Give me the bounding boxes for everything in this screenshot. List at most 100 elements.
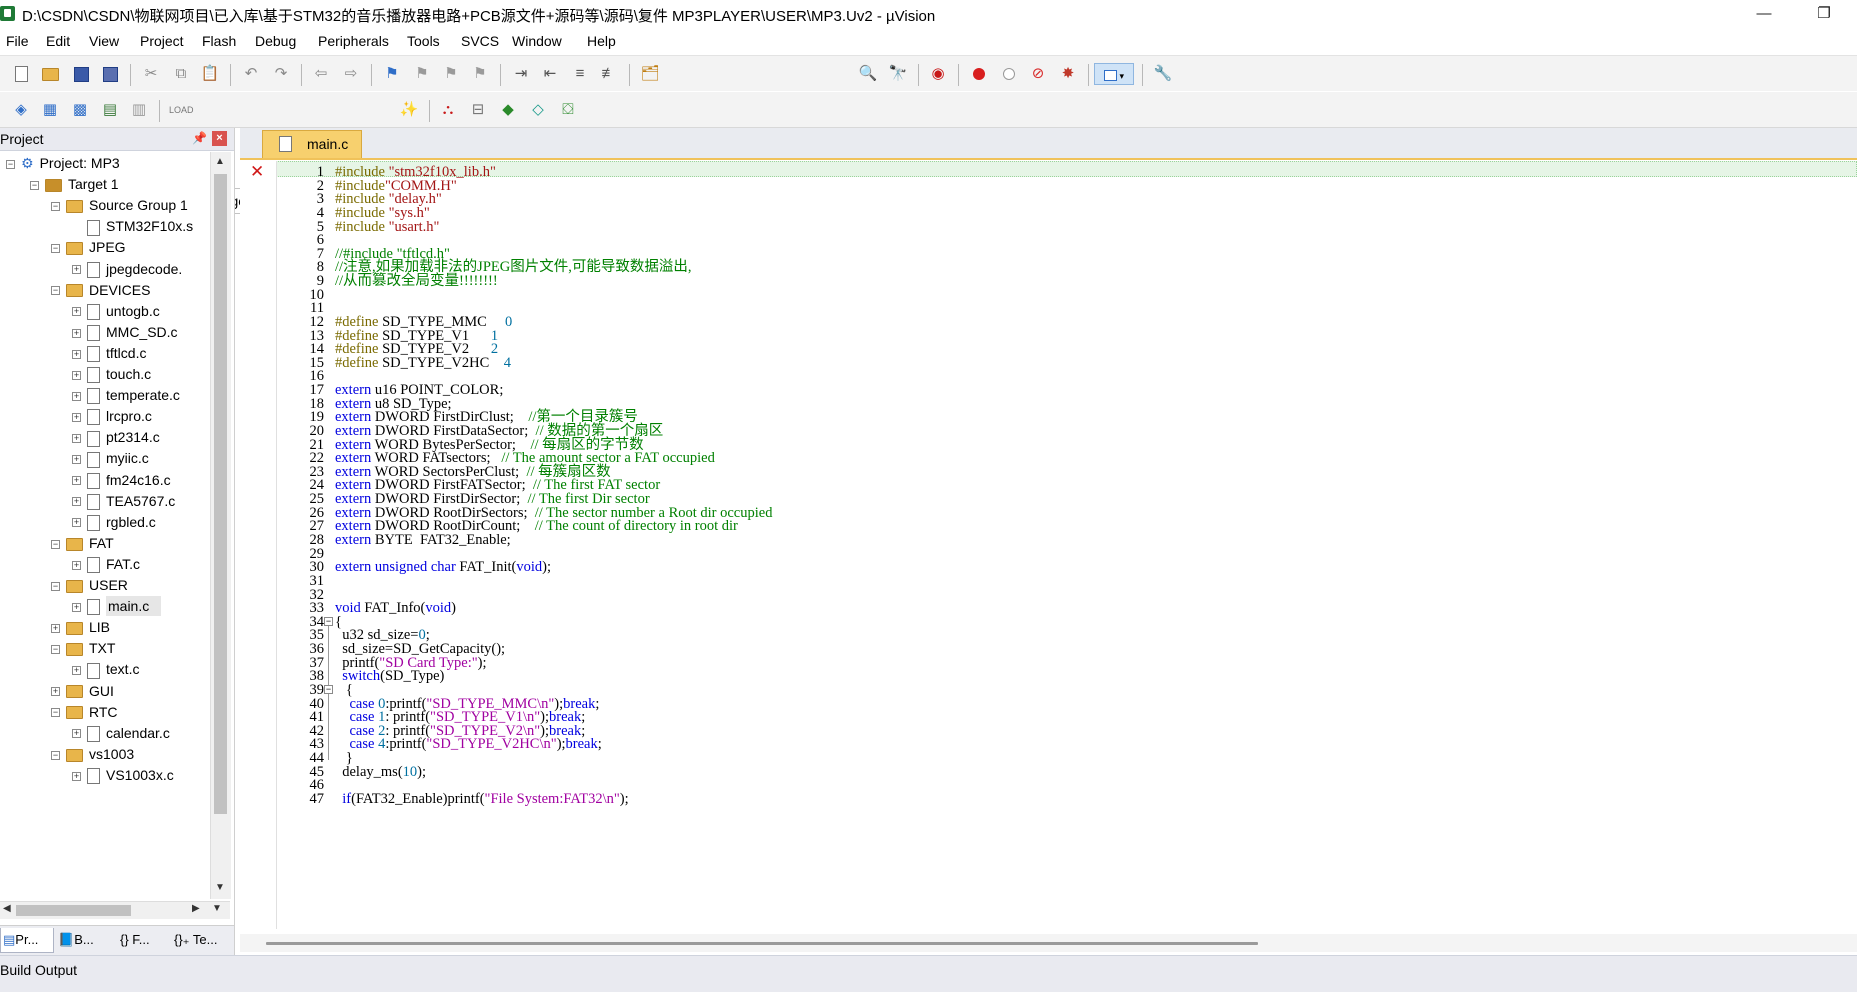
save-icon[interactable] <box>70 63 92 85</box>
expand-icon[interactable]: + <box>51 687 60 697</box>
expand-icon[interactable]: + <box>72 497 81 507</box>
download-icon[interactable]: LOAD <box>169 99 194 121</box>
manage-multi-project-icon[interactable]: ⊟ <box>467 99 489 121</box>
open-folder-icon[interactable] <box>39 63 61 85</box>
collapse-icon[interactable]: − <box>30 180 39 190</box>
expand-icon[interactable]: + <box>72 391 81 401</box>
menu-file[interactable]: File <box>6 33 29 49</box>
expand-icon[interactable]: + <box>72 729 81 739</box>
tab-books[interactable]: 📘B... <box>56 928 108 952</box>
bookmark-icon[interactable]: ⚑ <box>381 63 403 85</box>
find-icon[interactable]: 🔍 <box>857 63 879 85</box>
scroll-right-icon[interactable]: ▶ <box>192 903 200 914</box>
redo-icon[interactable]: ↷ <box>270 63 292 85</box>
new-file-icon[interactable] <box>10 63 32 85</box>
window-layout-icon[interactable]: ▾ <box>1094 63 1134 85</box>
target-options-icon[interactable]: ✨ <box>398 99 420 121</box>
tree-item[interactable]: + VS1003x.c <box>72 763 174 787</box>
batch-build-icon[interactable]: ▤ <box>99 99 121 121</box>
scroll-up-icon[interactable]: ▲ <box>215 156 225 167</box>
editor-scroll-thumb[interactable] <box>266 942 1258 945</box>
collapse-icon[interactable]: − <box>51 244 60 254</box>
collapse-icon[interactable]: − <box>51 581 60 591</box>
clear-bookmarks-icon[interactable]: ⚑ <box>469 63 491 85</box>
cut-icon[interactable]: ✂ <box>140 63 162 85</box>
debug-session-icon[interactable]: ◉ <box>927 63 949 85</box>
menu-peripherals[interactable]: Peripherals <box>318 33 389 49</box>
expand-icon[interactable]: + <box>72 518 81 528</box>
pin-icon[interactable]: 📌 <box>192 131 207 145</box>
expand-icon[interactable]: + <box>51 623 60 633</box>
disable-all-breakpoints-icon[interactable]: ⊘ <box>1027 63 1049 85</box>
expand-icon[interactable]: + <box>72 666 81 676</box>
collapse-icon[interactable]: − <box>51 645 60 655</box>
find-in-files-icon[interactable]: 🗂 <box>639 63 661 85</box>
tab-project[interactable]: ▤Pr... <box>0 928 54 953</box>
menu-project[interactable]: Project <box>140 33 184 49</box>
expand-icon[interactable]: + <box>72 328 81 338</box>
kill-breakpoints-icon[interactable]: ✸ <box>1057 63 1079 85</box>
comment-icon[interactable]: ≡ <box>569 63 591 85</box>
tree-vertical-scrollbar[interactable]: ▲ ▼ <box>210 152 231 899</box>
tab-templates[interactable]: {}₊ Te... <box>172 928 232 952</box>
undo-icon[interactable]: ↶ <box>240 63 262 85</box>
expand-icon[interactable]: + <box>72 370 81 380</box>
expand-icon[interactable]: + <box>72 771 81 781</box>
disable-breakpoint-icon[interactable] <box>998 63 1020 85</box>
menu-flash[interactable]: Flash <box>202 33 236 49</box>
manage-rte-icon[interactable]: ◇ <box>527 99 549 121</box>
menu-window[interactable]: Window <box>512 33 562 49</box>
code-editor[interactable]: ✕ 1 #include "stm32f10x_lib.h" 2 #include"C… <box>240 161 1857 929</box>
collapse-icon[interactable]: − <box>51 201 60 211</box>
build-icon[interactable]: ▦ <box>39 99 61 121</box>
next-bookmark-icon[interactable]: ⚑ <box>440 63 462 85</box>
tab-main-c[interactable]: main.c <box>262 130 362 158</box>
copy-icon[interactable]: ⧉ <box>170 63 192 85</box>
unindent-icon[interactable]: ⇤ <box>539 63 561 85</box>
tab-functions[interactable]: {} F... <box>118 928 170 952</box>
collapse-icon[interactable]: − <box>51 286 60 296</box>
navigate-forward-icon[interactable]: ⇨ <box>340 63 362 85</box>
rebuild-icon[interactable]: ▩ <box>69 99 91 121</box>
expand-icon[interactable]: + <box>72 560 81 570</box>
prev-bookmark-icon[interactable]: ⚑ <box>411 63 433 85</box>
minimize-button[interactable]: — <box>1741 0 1787 28</box>
collapse-icon[interactable]: − <box>51 708 60 718</box>
expand-icon[interactable]: + <box>72 476 81 486</box>
translate-icon[interactable]: ◈ <box>10 99 32 121</box>
breakpoint-icon[interactable] <box>968 63 990 85</box>
stop-build-icon[interactable]: ▥ <box>128 99 150 121</box>
navigate-back-icon[interactable]: ⇦ <box>310 63 332 85</box>
collapse-icon[interactable]: − <box>51 750 60 760</box>
indent-icon[interactable]: ⇥ <box>510 63 532 85</box>
menu-tools[interactable]: Tools <box>407 33 440 49</box>
expand-icon[interactable]: + <box>72 349 81 359</box>
menu-help[interactable]: Help <box>587 33 616 49</box>
tree-horizontal-scrollbar[interactable]: ◀ ▶ ▼ <box>0 901 230 919</box>
fold-collapse-icon[interactable]: − <box>324 616 333 626</box>
scroll-down-icon[interactable]: ▼ <box>215 882 225 893</box>
expand-icon[interactable]: + <box>72 602 81 612</box>
configure-icon[interactable]: 🔧 <box>1152 63 1174 85</box>
expand-icon[interactable]: + <box>72 265 81 275</box>
expand-icon[interactable]: + <box>72 434 81 444</box>
restore-button[interactable]: ❐ <box>1801 0 1847 28</box>
paste-icon[interactable]: 📋 <box>199 63 221 85</box>
collapse-icon[interactable]: − <box>6 159 15 169</box>
tree-hscroll-thumb[interactable] <box>16 905 131 916</box>
expand-icon[interactable]: + <box>72 455 81 465</box>
menu-debug[interactable]: Debug <box>255 33 296 49</box>
uncomment-icon[interactable]: ≢ <box>598 63 620 85</box>
scroll-down-icon[interactable]: ▼ <box>212 903 222 914</box>
menu-edit[interactable]: Edit <box>46 33 70 49</box>
fold-collapse-icon[interactable]: − <box>324 684 333 694</box>
collapse-icon[interactable]: − <box>51 539 60 549</box>
close-icon[interactable]: × <box>212 131 227 146</box>
expand-icon[interactable]: + <box>72 307 81 317</box>
menu-view[interactable]: View <box>89 33 119 49</box>
tree-scroll-thumb[interactable] <box>214 174 227 814</box>
expand-icon[interactable]: + <box>72 412 81 422</box>
manage-project-items-icon[interactable]: ⛬ <box>437 99 459 121</box>
select-packs-icon[interactable]: ◆ <box>497 99 519 121</box>
pack-installer-icon[interactable]: ⛋ <box>557 99 579 121</box>
